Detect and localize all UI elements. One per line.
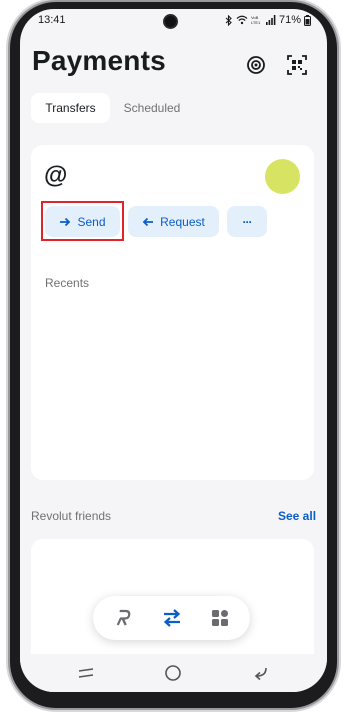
- more-button[interactable]: ···: [227, 206, 267, 237]
- tab-scheduled[interactable]: Scheduled: [114, 93, 190, 123]
- friends-section-label: Revolut friends: [31, 509, 112, 523]
- more-icon: ···: [242, 214, 253, 229]
- request-label: Request: [160, 214, 205, 229]
- status-bar: 13:41 VoB LTE1 71%: [20, 9, 327, 33]
- transfers-icon[interactable]: [160, 606, 184, 630]
- battery-percent: 71%: [278, 14, 301, 26]
- bluetooth-icon: [225, 14, 232, 26]
- screen: 13:41 VoB LTE1 71% Payments Transfers Sc…: [20, 9, 327, 692]
- transfer-card: @ Send Request ··· Recents: [31, 145, 314, 480]
- handle-symbol: @: [44, 162, 68, 189]
- recent-apps-icon[interactable]: [74, 662, 98, 684]
- wifi-icon: [236, 15, 248, 25]
- nfc-icon[interactable]: [244, 53, 268, 77]
- recents-label: Recents: [45, 276, 90, 290]
- carrier-label: VoB LTE1: [250, 15, 261, 25]
- arrow-left-icon: [142, 217, 154, 226]
- hub-icon[interactable]: [208, 606, 232, 630]
- avatar[interactable]: [265, 159, 300, 194]
- revolut-home-icon[interactable]: [112, 606, 136, 630]
- page-title: Payments: [32, 45, 166, 76]
- request-button[interactable]: Request: [128, 206, 219, 237]
- status-time: 13:41: [38, 14, 66, 26]
- qr-code-icon[interactable]: [285, 53, 309, 77]
- bottom-nav: [93, 596, 250, 640]
- see-all-link[interactable]: See all: [278, 509, 316, 523]
- status-icons: VoB LTE1 71%: [225, 13, 311, 27]
- home-icon[interactable]: [161, 662, 185, 684]
- tab-transfers[interactable]: Transfers: [31, 93, 110, 123]
- back-icon[interactable]: [249, 662, 273, 684]
- front-camera: [165, 16, 176, 27]
- system-nav-bar: [20, 654, 327, 692]
- signal-icon: [265, 15, 276, 25]
- send-highlight-box: [41, 201, 124, 241]
- battery-icon: [304, 14, 311, 26]
